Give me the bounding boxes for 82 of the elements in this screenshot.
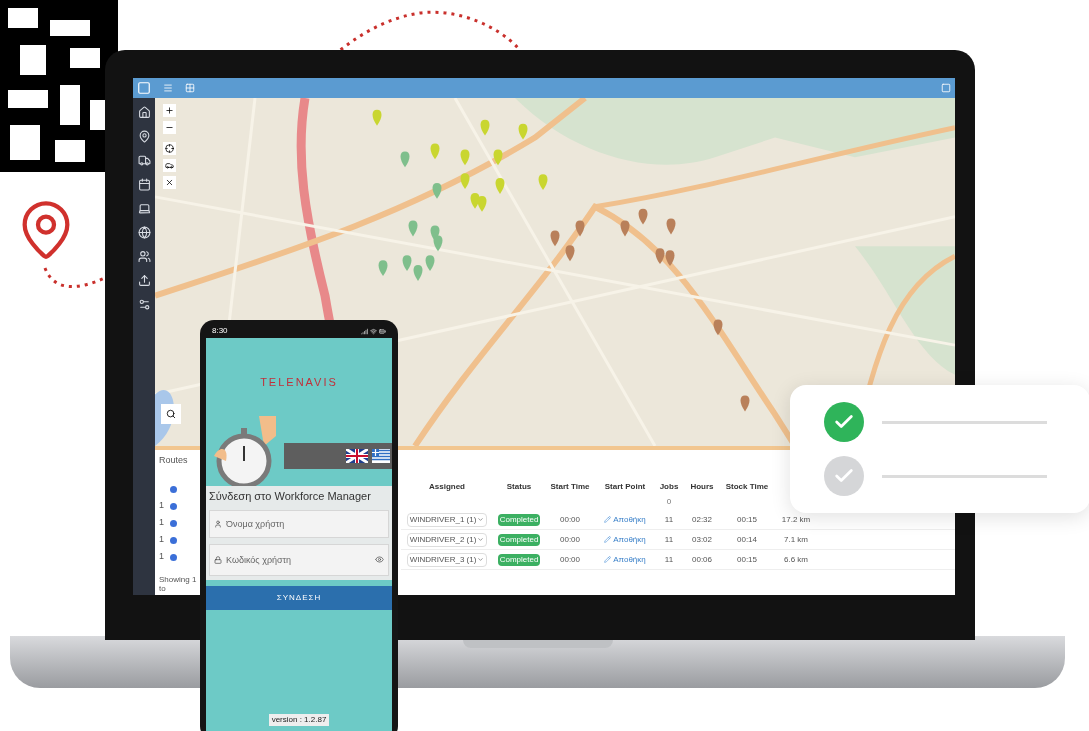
car-button[interactable] <box>163 159 176 172</box>
filter-value: 0 <box>665 496 673 508</box>
crosshair-icon <box>165 144 174 153</box>
chevron-down-icon <box>477 516 485 523</box>
table-cell-text: 00:15 <box>736 553 758 566</box>
lock-icon <box>214 556 222 564</box>
login-title: Σύνδεση στο Workforce Manager <box>209 488 372 504</box>
route-number: 1 <box>159 533 165 547</box>
battery-icon <box>379 327 386 335</box>
route-icon[interactable] <box>170 536 177 544</box>
signal-icon <box>361 327 368 335</box>
showing-text: Showing 1 to <box>159 575 198 593</box>
upload-icon[interactable] <box>137 274 151 287</box>
table-cell-text: 11 <box>663 533 675 546</box>
status-badge: Completed <box>497 513 541 526</box>
search-button[interactable] <box>161 404 181 424</box>
login-button[interactable]: ΣΥΝΔΕΣΗ <box>206 586 392 610</box>
settings-icon[interactable] <box>137 298 151 311</box>
table-cell-text: 00:00 <box>559 553 581 566</box>
globe-icon[interactable] <box>137 226 151 239</box>
table-cell-text: 02:32 <box>691 513 713 526</box>
route-number: 1 <box>159 550 165 564</box>
column-header[interactable]: Stock Time <box>721 481 773 493</box>
route-icon[interactable] <box>170 553 177 561</box>
column-header[interactable]: Jobs <box>655 481 683 493</box>
table-cell-text: 6.6 km <box>783 553 809 566</box>
truck-icon[interactable] <box>137 154 151 167</box>
route-icon[interactable] <box>170 485 177 493</box>
users-icon[interactable] <box>137 250 151 263</box>
zoom-out-button[interactable] <box>163 121 176 134</box>
status-badge: Completed <box>497 533 541 546</box>
table-cell-text: 03:02 <box>691 533 713 546</box>
eye-icon[interactable] <box>375 555 384 564</box>
table-cell-text: 11 <box>663 553 675 566</box>
user-icon <box>214 520 222 528</box>
column-header[interactable]: Assigned <box>401 481 493 493</box>
start-point-link[interactable]: Αποθήκη <box>613 553 646 566</box>
locate-button[interactable] <box>163 142 176 155</box>
greek-flag-icon[interactable] <box>372 448 390 463</box>
chevron-down-icon <box>477 536 485 543</box>
start-point-link[interactable]: Αποθήκη <box>613 513 646 526</box>
version-label: version : 1.2.87 <box>268 714 330 726</box>
column-header[interactable]: Start Time <box>545 481 595 493</box>
calendar-icon[interactable] <box>137 178 151 191</box>
close-button[interactable] <box>163 176 176 189</box>
password-field[interactable]: Κωδικός χρήστη <box>209 544 389 576</box>
table-cell-text: 17.2 km <box>780 513 812 526</box>
zoom-in-button[interactable] <box>163 104 176 117</box>
plus-icon <box>165 106 174 115</box>
route-icon[interactable] <box>170 519 177 527</box>
map-pin-icon[interactable] <box>137 130 151 143</box>
table-cell-text: 00:15 <box>736 513 758 526</box>
car-icon <box>165 161 174 170</box>
home-icon[interactable] <box>137 106 151 119</box>
app-logo: TELENAVIS <box>259 375 339 390</box>
table-cell-text: 00:00 <box>559 513 581 526</box>
route-icon[interactable] <box>170 502 177 510</box>
column-header[interactable]: Start Point <box>595 481 655 493</box>
route-number: 1 <box>159 499 165 513</box>
close-icon <box>165 178 174 187</box>
status-time: 8:30 <box>212 325 228 337</box>
routes-title: Routes <box>159 454 189 467</box>
assigned-select[interactable]: WINDRIVER_2 (1) <box>406 532 488 547</box>
table-cell-text: 00:06 <box>691 553 713 566</box>
column-header[interactable]: Hours <box>683 481 721 493</box>
table-cell-text: 7.1 km <box>783 533 809 546</box>
assigned-select[interactable]: WINDRIVER_1 (1) <box>406 512 488 527</box>
start-point-link[interactable]: Αποθήκη <box>613 533 646 546</box>
chevron-down-icon <box>477 556 485 563</box>
table-cell-text: 00:00 <box>559 533 581 546</box>
table-cell-text: 11 <box>663 513 675 526</box>
logo-icon <box>137 81 151 95</box>
status-badge: Completed <box>497 553 541 566</box>
column-header[interactable]: Status <box>493 481 545 493</box>
route-number: 1 <box>159 516 165 530</box>
username-field[interactable]: Όνομα χρήστη <box>209 510 389 538</box>
uk-flag-icon[interactable] <box>346 448 368 463</box>
table-cell-text: 00:14 <box>736 533 758 546</box>
wifi-icon <box>370 327 377 335</box>
assigned-select[interactable]: WINDRIVER_3 (1) <box>406 552 488 567</box>
search-icon <box>166 409 176 419</box>
laptop-icon[interactable] <box>137 202 151 215</box>
